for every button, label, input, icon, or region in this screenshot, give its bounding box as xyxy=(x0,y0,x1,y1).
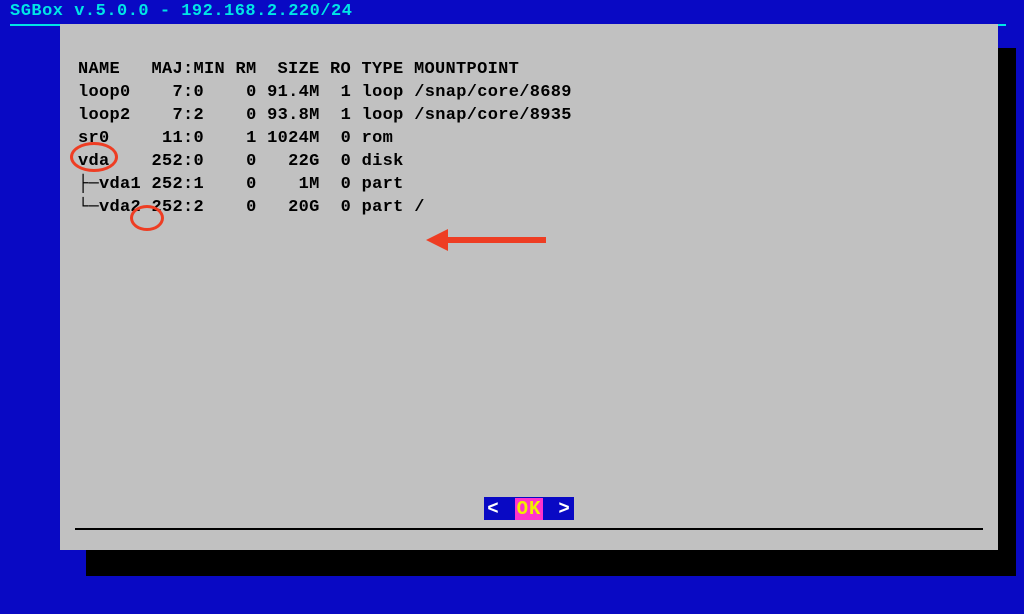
dialog-rule xyxy=(75,528,983,530)
table-row: vda 252:0 0 22G 0 disk xyxy=(78,152,414,171)
table-row: loop0 7:0 0 91.4M 1 loop /snap/core/8689 xyxy=(78,83,572,102)
title-bar: SGBox v.5.0.0 - 192.168.2.220/24 xyxy=(0,0,1024,23)
chevron-right-icon: > xyxy=(555,498,573,520)
ok-button[interactable]: < OK > xyxy=(484,497,574,520)
ok-button-label: OK xyxy=(515,498,544,520)
lsblk-header: NAME MAJ:MIN RM SIZE RO TYPE MOUNTPOINT xyxy=(78,60,519,79)
chevron-left-icon: < xyxy=(484,498,502,520)
table-row: └─vda2 252:2 0 20G 0 part / xyxy=(78,198,425,217)
table-row: ├─vda1 252:1 0 1M 0 part xyxy=(78,175,414,194)
dialog-box: NAME MAJ:MIN RM SIZE RO TYPE MOUNTPOINT … xyxy=(60,24,998,550)
title-text: SGBox v.5.0.0 - 192.168.2.220/24 xyxy=(10,2,352,21)
button-row: < OK > xyxy=(60,497,998,520)
table-row: loop2 7:2 0 93.8M 1 loop /snap/core/8935 xyxy=(78,106,572,125)
table-row: sr0 11:0 1 1024M 0 rom xyxy=(78,129,414,148)
lsblk-output: NAME MAJ:MIN RM SIZE RO TYPE MOUNTPOINT … xyxy=(78,58,980,219)
